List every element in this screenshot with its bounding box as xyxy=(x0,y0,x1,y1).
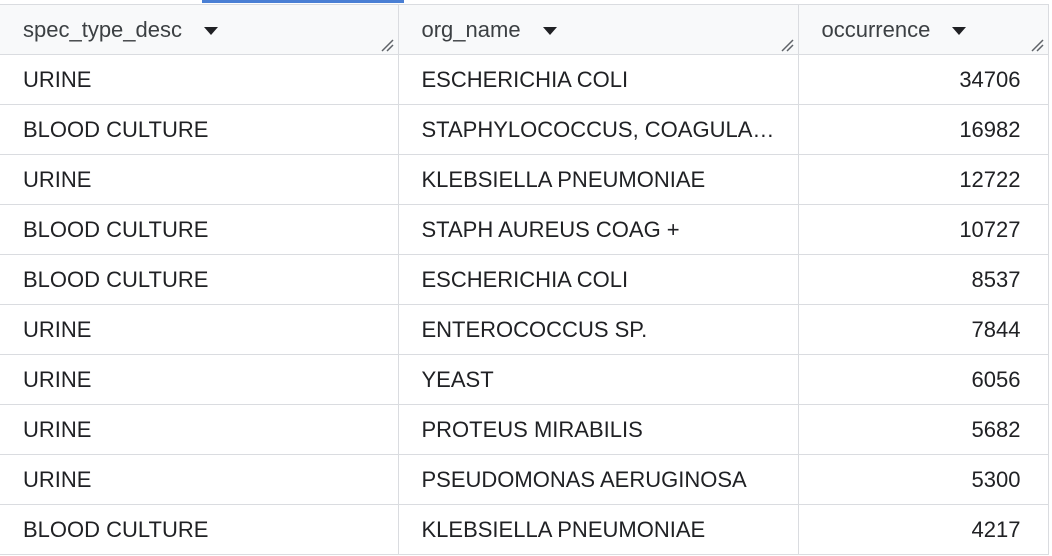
cell-spec-type-desc[interactable]: BLOOD CULTURE xyxy=(0,104,399,155)
cell-spec-type-desc[interactable]: URINE xyxy=(0,454,399,505)
column-header-label: spec_type_desc xyxy=(23,16,182,42)
sort-dropdown-icon[interactable] xyxy=(542,26,557,35)
cell-spec-type-desc[interactable]: BLOOD CULTURE xyxy=(0,254,399,305)
cell-occurrence[interactable]: 5682 xyxy=(797,404,1049,455)
cell-occurrence[interactable]: 34706 xyxy=(797,54,1049,105)
cell-occurrence[interactable]: 5300 xyxy=(797,454,1049,505)
table-header-row: spec_type_desc org_name occurrence xyxy=(0,4,1049,55)
cell-org-name[interactable]: STAPHYLOCOCCUS, COAGULA… xyxy=(397,104,799,155)
table-row[interactable]: URINE KLEBSIELLA PNEUMONIAE 12722 xyxy=(0,154,1049,205)
table-row[interactable]: BLOOD CULTURE STAPH AUREUS COAG + 10727 xyxy=(0,204,1049,255)
cell-org-name[interactable]: ESCHERICHIA COLI xyxy=(397,54,799,105)
cell-org-name[interactable]: ESCHERICHIA COLI xyxy=(397,254,799,305)
cell-org-name[interactable]: PROTEUS MIRABILIS xyxy=(397,404,799,455)
sort-dropdown-icon[interactable] xyxy=(204,26,218,35)
cell-spec-type-desc[interactable]: URINE xyxy=(0,404,399,455)
cell-spec-type-desc[interactable]: URINE xyxy=(0,154,399,205)
table-row[interactable]: URINE ENTEROCOCCUS SP. 7844 xyxy=(0,304,1049,355)
selected-column-indicator xyxy=(202,0,404,3)
cell-occurrence[interactable]: 7844 xyxy=(797,304,1049,355)
table-row[interactable]: URINE PROTEUS MIRABILIS 5682 xyxy=(0,404,1049,455)
cell-spec-type-desc[interactable]: URINE xyxy=(0,304,399,355)
cell-occurrence[interactable]: 10727 xyxy=(797,204,1049,255)
table-row[interactable]: BLOOD CULTURE KLEBSIELLA PNEUMONIAE 4217 xyxy=(0,504,1049,555)
cell-org-name[interactable]: YEAST xyxy=(397,354,799,405)
cell-spec-type-desc[interactable]: URINE xyxy=(0,54,399,105)
column-header-spec-type-desc[interactable]: spec_type_desc xyxy=(0,4,399,55)
column-resize-icon[interactable] xyxy=(780,38,794,52)
column-header-org-name[interactable]: org_name xyxy=(397,4,799,55)
cell-org-name[interactable]: ENTEROCOCCUS SP. xyxy=(397,304,799,355)
column-resize-icon[interactable] xyxy=(380,38,394,52)
table-row[interactable]: BLOOD CULTURE STAPHYLOCOCCUS, COAGULA… 1… xyxy=(0,104,1049,155)
table-row[interactable]: URINE ESCHERICHIA COLI 34706 xyxy=(0,54,1049,105)
cell-spec-type-desc[interactable]: BLOOD CULTURE xyxy=(0,504,399,555)
table-row[interactable]: URINE YEAST 6056 xyxy=(0,354,1049,405)
column-header-occurrence[interactable]: occurrence xyxy=(797,4,1049,55)
cell-org-name[interactable]: KLEBSIELLA PNEUMONIAE xyxy=(397,154,799,205)
table-row[interactable]: URINE PSEUDOMONAS AERUGINOSA 5300 xyxy=(0,454,1049,505)
cell-occurrence[interactable]: 12722 xyxy=(797,154,1049,205)
cell-occurrence[interactable]: 4217 xyxy=(797,504,1049,555)
cell-occurrence[interactable]: 16982 xyxy=(797,104,1049,155)
cell-occurrence[interactable]: 6056 xyxy=(797,354,1049,405)
cell-org-name[interactable]: STAPH AUREUS COAG + xyxy=(397,204,799,255)
column-header-label: occurrence xyxy=(821,16,931,42)
column-resize-icon[interactable] xyxy=(1030,38,1044,52)
results-table: spec_type_desc org_name occurrence URINE… xyxy=(0,4,1049,555)
cell-org-name[interactable]: PSEUDOMONAS AERUGINOSA xyxy=(397,454,799,505)
sort-dropdown-icon[interactable] xyxy=(952,26,967,35)
cell-org-name[interactable]: KLEBSIELLA PNEUMONIAE xyxy=(397,504,799,555)
cell-spec-type-desc[interactable]: BLOOD CULTURE xyxy=(0,204,399,255)
table-row[interactable]: BLOOD CULTURE ESCHERICHIA COLI 8537 xyxy=(0,254,1049,305)
cell-occurrence[interactable]: 8537 xyxy=(797,254,1049,305)
cell-spec-type-desc[interactable]: URINE xyxy=(0,354,399,405)
column-header-label: org_name xyxy=(421,16,521,42)
